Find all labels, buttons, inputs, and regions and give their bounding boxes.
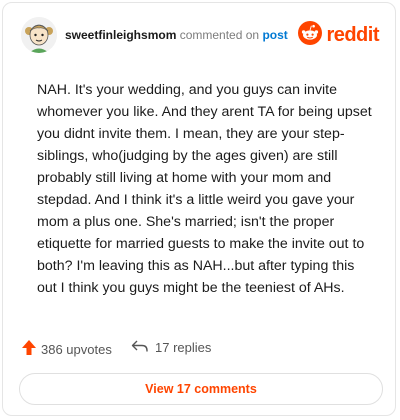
reply-arrow-icon [131,339,149,356]
comment-header: sweetfinleighsmom commented on post redd… [19,17,379,57]
username-link[interactable]: sweetfinleighsmom [65,28,176,42]
commented-on-text: commented on [179,28,260,42]
upvote-count: 386 upvotes [41,341,112,357]
reddit-alien-icon [298,21,323,50]
reddit-wordmark: reddit [326,24,379,46]
comment-meta: sweetfinleighsmom commented on post [65,28,288,42]
avatar-icon[interactable] [21,17,57,53]
replies-button[interactable]: 17 replies [131,339,211,356]
comment-card: sweetfinleighsmom commented on post redd… [2,2,396,416]
reddit-logo[interactable]: reddit [298,21,379,50]
upvote-arrow-icon [21,339,37,359]
comment-footer: 386 upvotes 17 replies [19,337,379,361]
comment-body: NAH. It's your wedding, and you guys can… [37,82,372,296]
post-link[interactable]: post [262,28,287,42]
replies-count: 17 replies [155,340,212,355]
view-comments-button[interactable]: View 17 comments [19,373,383,405]
upvote-button[interactable]: 386 upvotes [21,339,112,359]
